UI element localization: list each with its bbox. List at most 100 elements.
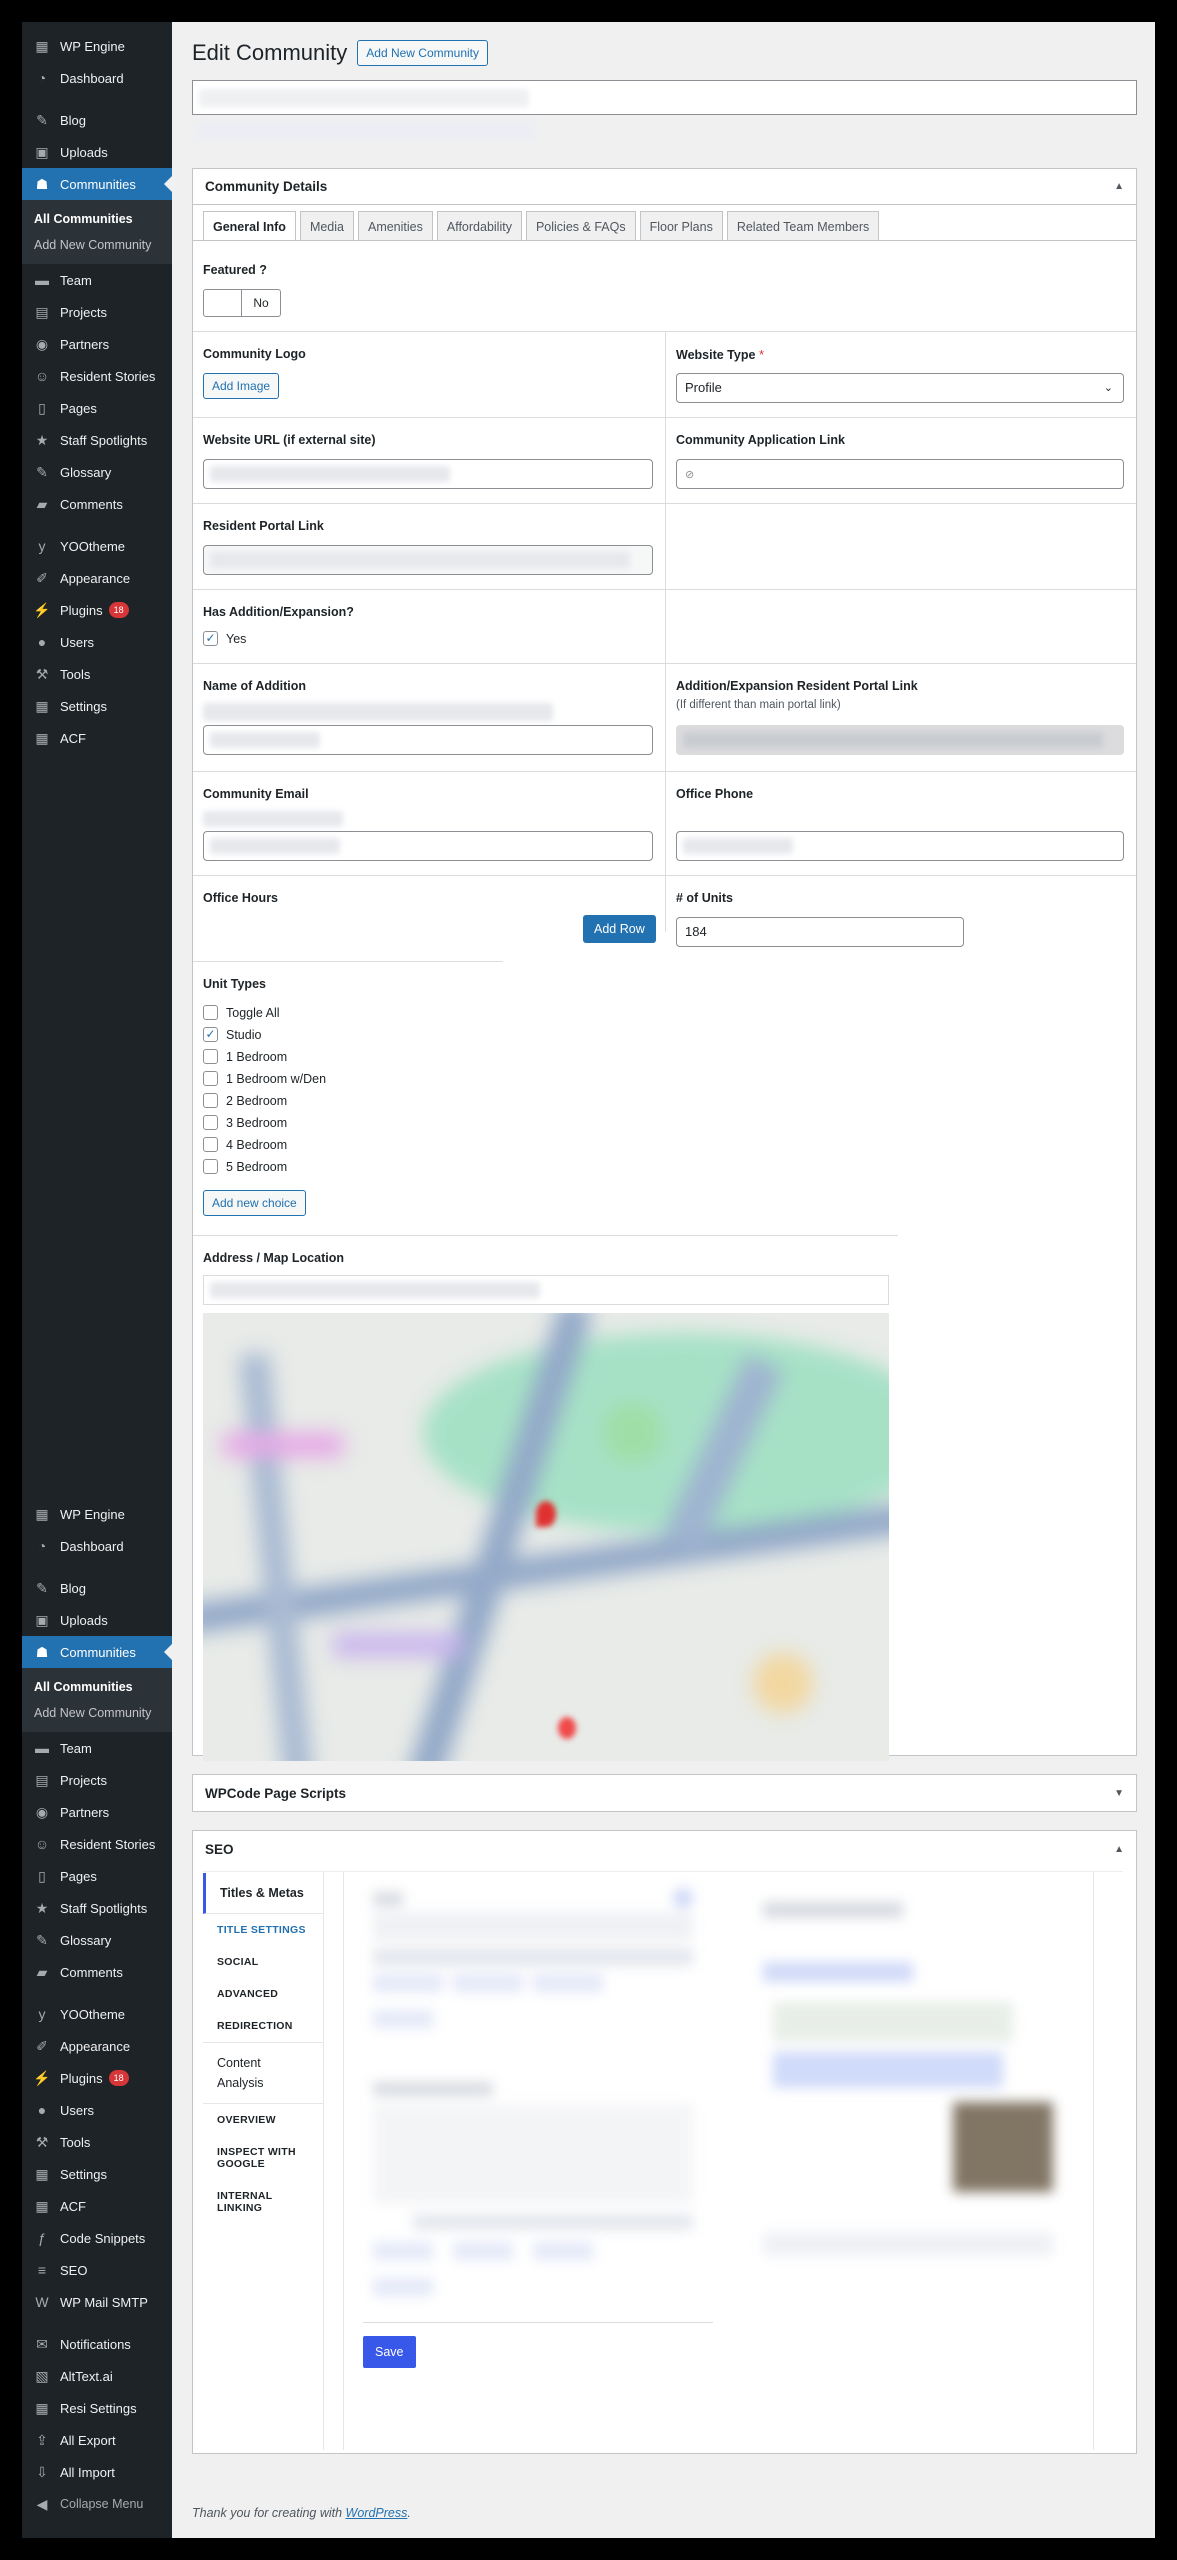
collapse-up-icon[interactable]: ▲	[1114, 181, 1124, 192]
sidebar-item-notifications[interactable]: ✉ Notifications	[22, 2328, 172, 2360]
sidebar-item-team[interactable]: ▬ Team	[22, 1732, 172, 1764]
submenu-item-all-communities[interactable]: All Communities	[22, 206, 172, 232]
expansion-checkbox-row[interactable]: ✓ Yes	[203, 631, 246, 646]
sidebar-item-all-export[interactable]: ⇪ All Export	[22, 2424, 172, 2456]
sidebar-item-team[interactable]: ▬ Team	[22, 264, 172, 296]
sidebar-item-settings[interactable]: ▦ Settings	[22, 2158, 172, 2190]
address-search-input[interactable]	[203, 1275, 889, 1305]
unit-type-option[interactable]: 5 Bedroom	[203, 1159, 287, 1174]
addition-portal-input[interactable]	[676, 725, 1124, 755]
sidebar-item-glossary[interactable]: ✎ Glossary	[22, 456, 172, 488]
sidebar-item-dashboard[interactable]: ◔ Dashboard	[22, 1530, 172, 1562]
sidebar-item-users[interactable]: ● Users	[22, 626, 172, 658]
add-new-community-button[interactable]: Add New Community	[357, 40, 488, 66]
title-input[interactable]	[192, 80, 1137, 115]
seo-nav-title-settings[interactable]: TITLE SETTINGS	[203, 1914, 323, 1946]
seo-nav-content-analysis[interactable]: Content Analysis	[203, 2043, 323, 2104]
tab-affordability[interactable]: Affordability	[436, 211, 522, 241]
submenu-item-add-new-community[interactable]: Add New Community	[22, 232, 172, 258]
sidebar-item-resident-stories[interactable]: ☺ Resident Stories	[22, 360, 172, 392]
seo-nav-social[interactable]: SOCIAL	[203, 1946, 323, 1978]
sidebar-item-partners[interactable]: ◉ Partners	[22, 328, 172, 360]
phone-input[interactable]	[676, 831, 1124, 861]
community-details-header[interactable]: Community Details ▲	[193, 169, 1136, 205]
checkbox[interactable]	[203, 1049, 218, 1064]
tab-general-info[interactable]: General Info	[203, 211, 296, 241]
unit-type-option[interactable]: 4 Bedroom	[203, 1137, 287, 1152]
unit-type-option[interactable]: ✓ Studio	[203, 1027, 261, 1042]
seo-nav-overview[interactable]: OVERVIEW	[203, 2104, 323, 2136]
unit-type-option[interactable]: 3 Bedroom	[203, 1115, 287, 1130]
seo-nav-redirection[interactable]: REDIRECTION	[203, 2010, 323, 2043]
seo-header[interactable]: SEO ▲	[193, 1831, 1136, 1867]
sidebar-item-all-import[interactable]: ⇩ All Import	[22, 2456, 172, 2488]
sidebar-item-alttext-ai[interactable]: ▧ AltText.ai	[22, 2360, 172, 2392]
checkbox[interactable]	[203, 1071, 218, 1086]
add-new-choice-button[interactable]: Add new choice	[203, 1190, 306, 1216]
sidebar-item-collapse-menu[interactable]: ◀ Collapse Menu	[22, 2488, 172, 2520]
checkbox-checked[interactable]: ✓	[203, 631, 218, 646]
unit-type-option[interactable]: 2 Bedroom	[203, 1093, 287, 1108]
sidebar-item-code-snippets[interactable]: ƒ Code Snippets	[22, 2222, 172, 2254]
website-type-select[interactable]: Profile ⌄	[676, 373, 1124, 403]
sidebar-item-seo[interactable]: ≡ SEO	[22, 2254, 172, 2286]
sidebar-item-comments[interactable]: ▰ Comments	[22, 1956, 172, 1988]
wordpress-link[interactable]: WordPress	[346, 2506, 408, 2520]
wpcode-header[interactable]: WPCode Page Scripts ▼	[193, 1775, 1136, 1811]
sidebar-item-uploads[interactable]: ▣ Uploads	[22, 1604, 172, 1636]
sidebar-item-acf[interactable]: ▦ ACF	[22, 2190, 172, 2222]
sidebar-item-blog[interactable]: ✎ Blog	[22, 1572, 172, 1604]
collapse-down-icon[interactable]: ▼	[1114, 1788, 1124, 1799]
sidebar-item-plugins[interactable]: ⚡ Plugins 18	[22, 594, 172, 626]
sidebar-item-tools[interactable]: ⚒ Tools	[22, 2126, 172, 2158]
checkbox-checked[interactable]: ✓	[203, 1027, 218, 1042]
sidebar-item-pages[interactable]: ▯ Pages	[22, 1860, 172, 1892]
collapse-up-icon[interactable]: ▲	[1114, 1844, 1124, 1855]
website-url-input[interactable]	[203, 459, 653, 489]
sidebar-item-blog[interactable]: ✎ Blog	[22, 104, 172, 136]
featured-toggle[interactable]: No	[203, 289, 281, 317]
checkbox[interactable]	[203, 1093, 218, 1108]
submenu-item-all-communities[interactable]: All Communities	[22, 1674, 172, 1700]
sidebar-item-projects[interactable]: ▤ Projects	[22, 296, 172, 328]
add-image-button[interactable]: Add Image	[203, 373, 280, 399]
sidebar-item-pages[interactable]: ▯ Pages	[22, 392, 172, 424]
seo-nav-inspect-with-google[interactable]: INSPECT WITH GOOGLE	[203, 2136, 323, 2180]
sidebar-item-appearance[interactable]: ✐ Appearance	[22, 2030, 172, 2062]
sidebar-item-communities[interactable]: ☗ Communities	[22, 168, 172, 200]
sidebar-item-glossary[interactable]: ✎ Glossary	[22, 1924, 172, 1956]
sidebar-item-communities[interactable]: ☗ Communities	[22, 1636, 172, 1668]
tab-floor-plans[interactable]: Floor Plans	[639, 211, 723, 241]
add-row-button[interactable]: Add Row	[583, 915, 656, 943]
sidebar-item-wp-mail-smtp[interactable]: W WP Mail SMTP	[22, 2286, 172, 2318]
sidebar-item-yootheme[interactable]: y YOOtheme	[22, 530, 172, 562]
sidebar-item-resident-stories[interactable]: ☺ Resident Stories	[22, 1828, 172, 1860]
tab-policies-faqs[interactable]: Policies & FAQs	[525, 211, 636, 241]
sidebar-item-dashboard[interactable]: ◔ Dashboard	[22, 62, 172, 94]
sidebar-item-projects[interactable]: ▤ Projects	[22, 1764, 172, 1796]
sidebar-item-resi-settings[interactable]: ▦ Resi Settings	[22, 2392, 172, 2424]
tab-related-team-members[interactable]: Related Team Members	[726, 211, 880, 241]
unit-type-option[interactable]: 1 Bedroom	[203, 1049, 287, 1064]
units-input[interactable]: 184	[676, 917, 964, 947]
sidebar-item-yootheme[interactable]: y YOOtheme	[22, 1998, 172, 2030]
email-input[interactable]	[203, 831, 653, 861]
sidebar-item-wp-engine[interactable]: ▦ WP Engine	[22, 1498, 172, 1530]
tab-amenities[interactable]: Amenities	[357, 211, 433, 241]
sidebar-item-acf[interactable]: ▦ ACF	[22, 722, 172, 754]
sidebar-item-plugins[interactable]: ⚡ Plugins 18	[22, 2062, 172, 2094]
sidebar-item-users[interactable]: ● Users	[22, 2094, 172, 2126]
checkbox[interactable]	[203, 1005, 218, 1020]
sidebar-item-staff-spotlights[interactable]: ★ Staff Spotlights	[22, 1892, 172, 1924]
sidebar-item-partners[interactable]: ◉ Partners	[22, 1796, 172, 1828]
seo-save-button[interactable]: Save	[363, 2336, 416, 2368]
sidebar-item-settings[interactable]: ▦ Settings	[22, 690, 172, 722]
sidebar-item-tools[interactable]: ⚒ Tools	[22, 658, 172, 690]
seo-nav-advanced[interactable]: ADVANCED	[203, 1978, 323, 2010]
map-view[interactable]	[203, 1313, 889, 1761]
sidebar-item-comments[interactable]: ▰ Comments	[22, 488, 172, 520]
app-link-input[interactable]: ⊘	[676, 459, 1124, 489]
sidebar-item-wp-engine[interactable]: ▦ WP Engine	[22, 30, 172, 62]
unit-type-option[interactable]: 1 Bedroom w/Den	[203, 1071, 326, 1086]
sidebar-item-uploads[interactable]: ▣ Uploads	[22, 136, 172, 168]
